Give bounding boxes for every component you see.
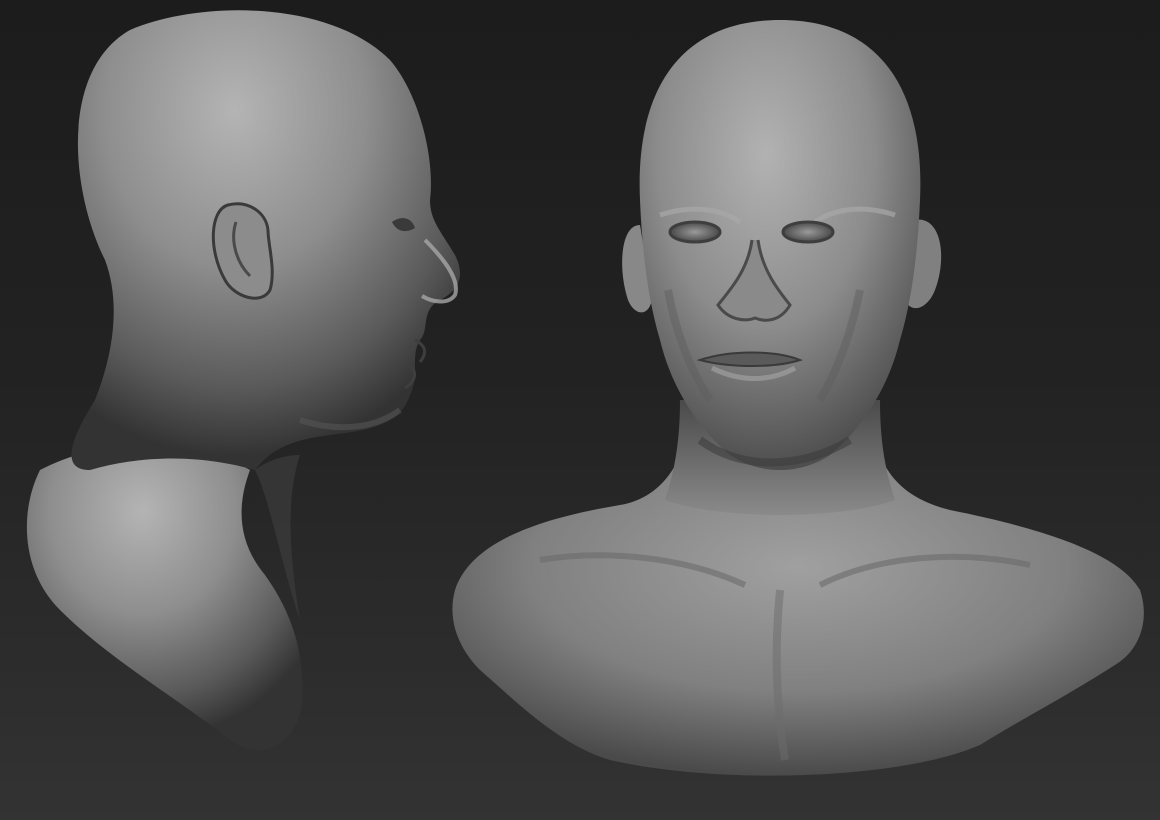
front-eye-right — [781, 220, 835, 244]
front-bust[interactable] — [452, 20, 1144, 776]
sculpt-viewport[interactable] — [0, 0, 1160, 820]
render-canvas — [26, 10, 1144, 776]
front-eye-left — [668, 220, 722, 244]
side-profile-bust[interactable] — [26, 10, 460, 751]
side-shoulder — [26, 443, 303, 751]
